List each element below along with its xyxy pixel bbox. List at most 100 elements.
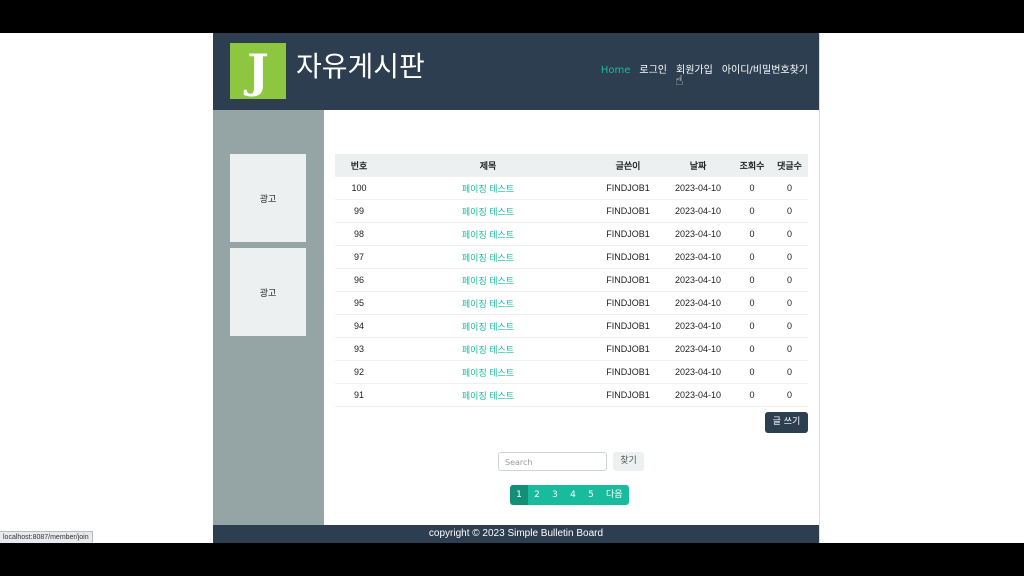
column-header-title: 제목 <box>383 154 593 177</box>
cell-title: 페이징 테스트 <box>383 222 593 246</box>
cell-date: 2023-04-10 <box>663 176 733 200</box>
write-post-button[interactable]: 글 쓰기 <box>765 412 808 433</box>
cell-writer: FINDJOB1 <box>593 245 663 269</box>
post-title-link[interactable]: 페이징 테스트 <box>462 345 514 355</box>
next-page-link[interactable]: 다음 <box>600 485 629 505</box>
cell-date: 2023-04-10 <box>663 291 733 315</box>
cell-date: 2023-04-10 <box>663 222 733 246</box>
site-header: J 자유게시판 Home 로그인 회원가입 아이디/비밀번호찾기 ☝ <box>213 33 819 110</box>
ad-label: 광고 <box>259 194 277 205</box>
cell-number: 98 <box>335 222 383 246</box>
cell-views: 0 <box>733 176 771 200</box>
cell-date: 2023-04-10 <box>663 245 733 269</box>
search-input[interactable]: Search <box>498 452 607 471</box>
column-header-views: 조회수 <box>733 154 771 177</box>
cell-number: 95 <box>335 291 383 315</box>
table-row: 100 페이징 테스트 FINDJOB1 2023-04-10 0 0 <box>335 176 808 200</box>
top-nav: Home 로그인 회원가입 아이디/비밀번호찾기 <box>601 64 808 78</box>
post-title-link[interactable]: 페이징 테스트 <box>462 322 514 332</box>
cell-comments: 0 <box>771 291 808 315</box>
nav-home-link[interactable]: Home <box>601 64 631 78</box>
cell-number: 97 <box>335 245 383 269</box>
cell-writer: FINDJOB1 <box>593 176 663 200</box>
page-link-1[interactable]: 1 <box>510 485 528 505</box>
cell-comments: 0 <box>771 314 808 338</box>
post-title-link[interactable]: 페이징 테스트 <box>462 253 514 263</box>
post-title-link[interactable]: 페이징 테스트 <box>462 184 514 194</box>
post-title-link[interactable]: 페이징 테스트 <box>462 230 514 240</box>
main-content: 번호 제목 글쓴이 날짜 조회수 댓글수 100 페이징 테스트 FINDJOB1 2… <box>324 110 819 525</box>
cell-date: 2023-04-10 <box>663 383 733 407</box>
footer-copyright: copyright © 2023 Simple Bulletin Board <box>428 528 604 539</box>
nav-login-link[interactable]: 로그인 <box>639 64 667 78</box>
post-title-link[interactable]: 페이징 테스트 <box>462 276 514 286</box>
ad-label: 광고 <box>259 288 277 299</box>
cell-title: 페이징 테스트 <box>383 268 593 292</box>
cell-date: 2023-04-10 <box>663 360 733 384</box>
cell-title: 페이징 테스트 <box>383 199 593 223</box>
cell-views: 0 <box>733 268 771 292</box>
cell-writer: FINDJOB1 <box>593 383 663 407</box>
cell-number: 100 <box>335 176 383 200</box>
table-row: 98 페이징 테스트 FINDJOB1 2023-04-10 0 0 <box>335 222 808 246</box>
cell-title: 페이징 테스트 <box>383 291 593 315</box>
cell-views: 0 <box>733 222 771 246</box>
screen-bottom-letterbox <box>0 543 1024 576</box>
cell-comments: 0 <box>771 199 808 223</box>
cell-date: 2023-04-10 <box>663 199 733 223</box>
page-link-5[interactable]: 5 <box>582 485 600 505</box>
table-row: 92 페이징 테스트 FINDJOB1 2023-04-10 0 0 <box>335 360 808 384</box>
cell-title: 페이징 테스트 <box>383 176 593 200</box>
column-header-date: 날짜 <box>663 154 733 177</box>
pagination: 1 2 3 4 5 다음 <box>510 485 629 505</box>
cell-views: 0 <box>733 383 771 407</box>
table-row: 91 페이징 테스트 FINDJOB1 2023-04-10 0 0 <box>335 383 808 407</box>
nav-find-account-link[interactable]: 아이디/비밀번호찾기 <box>722 64 808 78</box>
cell-writer: FINDJOB1 <box>593 337 663 361</box>
search-button[interactable]: 찾기 <box>613 452 644 471</box>
ad-box[interactable]: 광고 <box>230 154 306 242</box>
cell-writer: FINDJOB1 <box>593 314 663 338</box>
post-title-link[interactable]: 페이징 테스트 <box>462 299 514 309</box>
table-row: 93 페이징 테스트 FINDJOB1 2023-04-10 0 0 <box>335 337 808 361</box>
cell-views: 0 <box>733 314 771 338</box>
cell-views: 0 <box>733 199 771 223</box>
cell-number: 93 <box>335 337 383 361</box>
cell-number: 99 <box>335 199 383 223</box>
page-link-4[interactable]: 4 <box>564 485 582 505</box>
page-link-3[interactable]: 3 <box>546 485 564 505</box>
post-title-link[interactable]: 페이징 테스트 <box>462 207 514 217</box>
cell-title: 페이징 테스트 <box>383 314 593 338</box>
site-container: J 자유게시판 Home 로그인 회원가입 아이디/비밀번호찾기 ☝ 광고 광고… <box>213 33 820 543</box>
cell-views: 0 <box>733 337 771 361</box>
page-link-2[interactable]: 2 <box>528 485 546 505</box>
table-header-row: 번호 제목 글쓴이 날짜 조회수 댓글수 <box>335 154 808 177</box>
status-bar-url: localhost:8087/member/join <box>0 531 93 543</box>
cell-views: 0 <box>733 291 771 315</box>
post-title-link[interactable]: 페이징 테스트 <box>462 368 514 378</box>
browser-viewport: J 자유게시판 Home 로그인 회원가입 아이디/비밀번호찾기 ☝ 광고 광고… <box>0 33 1024 543</box>
table-row: 96 페이징 테스트 FINDJOB1 2023-04-10 0 0 <box>335 268 808 292</box>
cell-writer: FINDJOB1 <box>593 199 663 223</box>
cell-views: 0 <box>733 245 771 269</box>
post-title-link[interactable]: 페이징 테스트 <box>462 391 514 401</box>
cell-title: 페이징 테스트 <box>383 245 593 269</box>
hand-pointer-cursor-icon: ☝ <box>675 73 684 89</box>
cell-comments: 0 <box>771 383 808 407</box>
table-row: 99 페이징 테스트 FINDJOB1 2023-04-10 0 0 <box>335 199 808 223</box>
cell-date: 2023-04-10 <box>663 268 733 292</box>
board-table: 번호 제목 글쓴이 날짜 조회수 댓글수 100 페이징 테스트 FINDJOB1 2… <box>335 154 808 407</box>
table-row: 94 페이징 테스트 FINDJOB1 2023-04-10 0 0 <box>335 314 808 338</box>
logo-icon[interactable]: J <box>230 43 286 99</box>
cell-number: 94 <box>335 314 383 338</box>
table-row: 95 페이징 테스트 FINDJOB1 2023-04-10 0 0 <box>335 291 808 315</box>
cell-date: 2023-04-10 <box>663 314 733 338</box>
cell-title: 페이징 테스트 <box>383 383 593 407</box>
site-footer: copyright © 2023 Simple Bulletin Board <box>213 525 819 543</box>
cell-writer: FINDJOB1 <box>593 222 663 246</box>
cell-number: 92 <box>335 360 383 384</box>
ad-box[interactable]: 광고 <box>230 248 306 336</box>
cell-comments: 0 <box>771 268 808 292</box>
cell-number: 91 <box>335 383 383 407</box>
board-body: 100 페이징 테스트 FINDJOB1 2023-04-10 0 0 99 페이징 테스트 F… <box>335 176 808 407</box>
